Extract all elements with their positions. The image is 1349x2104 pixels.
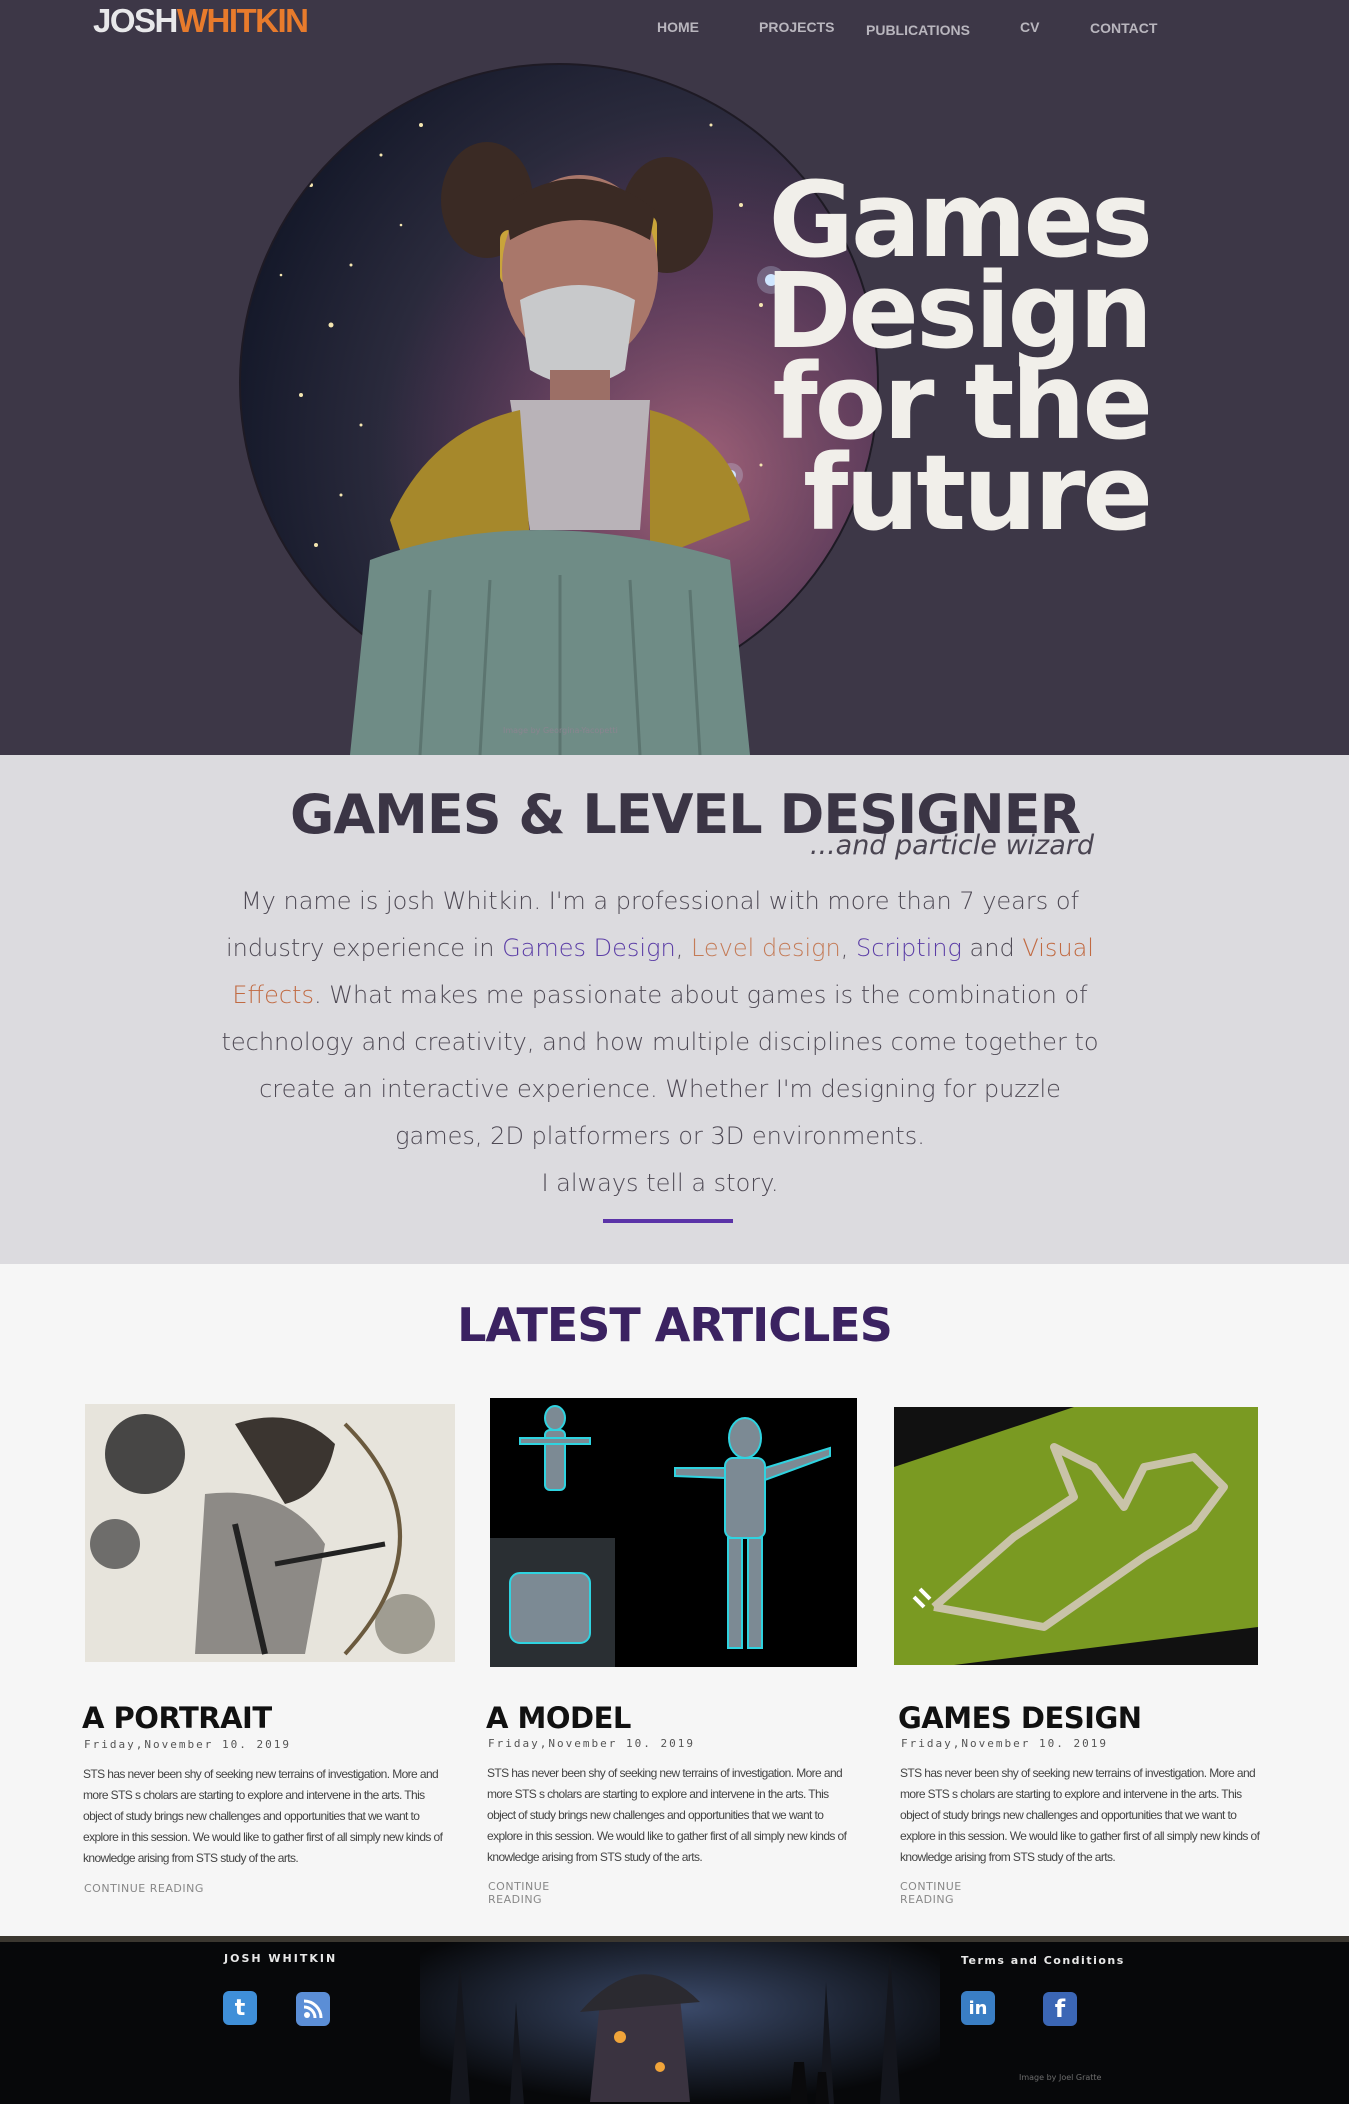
race-track-level-image — [894, 1407, 1258, 1665]
hero-line-4: future — [803, 432, 1153, 554]
articles-heading: LATEST ARTICLES — [457, 1298, 893, 1352]
article-excerpt: STS has never been shy of seeking new te… — [487, 1766, 847, 1864]
latest-articles-section: LATEST ARTICLES A PORTRAIT Friday,Novemb… — [0, 1264, 1349, 1936]
linkedin-glyph: in — [968, 1997, 988, 2019]
article-thumbnail[interactable] — [85, 1404, 455, 1662]
main-navigation: HOME PROJECTS PUBLICATIONS CV CONTACT — [0, 18, 1349, 42]
article-thumbnail[interactable] — [894, 1407, 1258, 1665]
bio-separator: and — [961, 934, 1023, 962]
bio-separator: , — [675, 934, 691, 962]
article-title[interactable]: A PORTRAIT — [82, 1701, 272, 1735]
twitter-icon[interactable]: t — [223, 1991, 257, 2025]
continue-reading-link[interactable]: CONTINUE READING — [488, 1880, 550, 1906]
terms-link[interactable]: Terms and Conditions — [961, 1954, 1125, 1967]
bio-tagline: I always tell a story. — [541, 1169, 779, 1197]
3d-model-render-image — [490, 1405, 831, 1667]
skill-games-design: Games Design — [502, 934, 676, 962]
nav-cv[interactable]: CV — [1020, 19, 1039, 35]
skill-level-design: Level design — [690, 934, 841, 962]
twitter-glyph: t — [234, 1995, 246, 2021]
footer-forest-illustration — [420, 1942, 940, 2104]
rss-glyph — [303, 1999, 323, 2019]
article-title[interactable]: A MODEL — [486, 1701, 631, 1735]
continue-reading-link[interactable]: CONTINUE READING — [900, 1880, 962, 1906]
bio-text-end: . What makes me passionate about games i… — [221, 981, 1099, 1150]
rss-icon[interactable] — [296, 1992, 330, 2026]
article-title[interactable]: GAMES DESIGN — [898, 1701, 1142, 1735]
nav-projects[interactable]: PROJECTS — [759, 19, 834, 35]
footer-image-credit: Image by Joel Gratte — [1019, 2073, 1102, 2082]
hero-image-credit: Image by Georgina-Yacopetti — [503, 726, 618, 735]
skill-scripting: Scripting — [856, 934, 962, 962]
hero-section: JOSHWHITKIN HOME PROJECTS PUBLICATIONS C… — [0, 0, 1349, 755]
intro-divider — [603, 1219, 733, 1223]
article-excerpt: STS has never been shy of seeking new te… — [83, 1767, 443, 1865]
site-footer: JOSH WHITKIN Terms and Conditions t in f… — [0, 1936, 1349, 2104]
nav-home[interactable]: HOME — [657, 19, 699, 35]
article-date: Friday,November 10. 2019 — [84, 1738, 291, 1751]
article-excerpt: STS has never been shy of seeking new te… — [900, 1766, 1260, 1864]
bio-separator: , — [840, 934, 857, 962]
continue-reading-link[interactable]: CONTINUE READING — [84, 1882, 204, 1895]
nav-contact[interactable]: CONTACT — [1090, 20, 1157, 36]
article-date: Friday,November 10. 2019 — [901, 1737, 1108, 1750]
linkedin-icon[interactable]: in — [961, 1991, 995, 2025]
intro-section: GAMES & LEVEL DESIGNER ...and particle w… — [0, 755, 1349, 1264]
hero-headline: Games Design for the future — [650, 168, 1153, 554]
nav-publications[interactable]: PUBLICATIONS — [866, 22, 970, 38]
intro-subheading: ...and particle wizard — [809, 830, 1094, 861]
portrait-sketch-image — [90, 1414, 435, 1656]
footer-site-name: JOSH WHITKIN — [224, 1952, 338, 1965]
article-date: Friday,November 10. 2019 — [488, 1737, 695, 1750]
intro-bio: My name is josh Whitkin. I'm a professio… — [220, 878, 1100, 1207]
facebook-icon[interactable]: f — [1043, 1992, 1077, 2026]
facebook-glyph: f — [1054, 1995, 1066, 2023]
article-thumbnail[interactable] — [490, 1398, 857, 1667]
